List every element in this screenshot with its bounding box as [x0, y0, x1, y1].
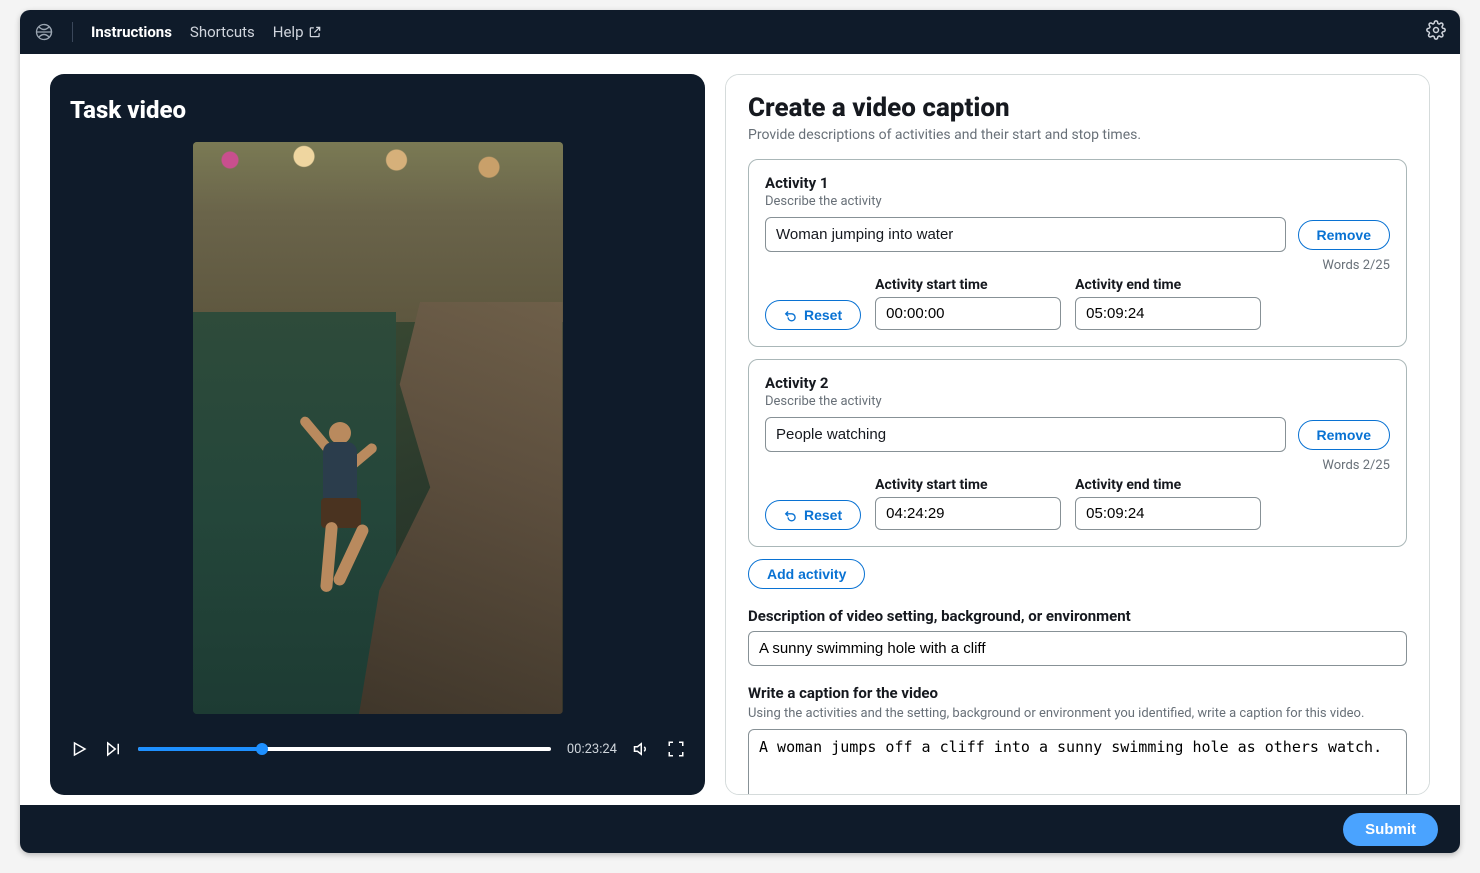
activity-end-input[interactable] — [1075, 297, 1261, 330]
form-title: Create a video caption — [748, 93, 1407, 123]
word-count: Words 2/25 — [765, 458, 1390, 473]
skip-forward-icon[interactable] — [104, 740, 122, 758]
reset-button[interactable]: Reset — [765, 300, 861, 330]
activity-describe-label: Describe the activity — [765, 394, 1390, 409]
remove-button[interactable]: Remove — [1298, 220, 1390, 250]
form-subtitle: Provide descriptions of activities and t… — [748, 127, 1407, 143]
activity-header: Activity 1 — [765, 174, 1390, 192]
add-activity-button[interactable]: Add activity — [748, 559, 865, 589]
caption-help: Using the activities and the setting, ba… — [748, 706, 1407, 721]
activity-end-input[interactable] — [1075, 497, 1261, 530]
logo-icon — [34, 22, 54, 42]
video-panel: Task video — [50, 74, 705, 795]
nav-help-label: Help — [273, 23, 304, 41]
volume-icon[interactable] — [633, 740, 651, 758]
nav-help[interactable]: Help — [273, 23, 322, 41]
video-progress-bar[interactable] — [138, 747, 551, 751]
activity-card: Activity 1 Describe the activity Remove … — [748, 159, 1407, 347]
activity-description-input[interactable] — [765, 217, 1286, 252]
topbar: Instructions Shortcuts Help — [20, 10, 1460, 54]
setting-label: Description of video setting, background… — [748, 607, 1407, 625]
activity-card: Activity 2 Describe the activity Remove … — [748, 359, 1407, 547]
submit-button[interactable]: Submit — [1343, 813, 1438, 846]
video-controls: 00:23:24 — [70, 740, 685, 758]
word-count: Words 2/25 — [765, 258, 1390, 273]
nav-instructions[interactable]: Instructions — [91, 23, 172, 41]
gear-icon[interactable] — [1426, 20, 1446, 44]
footer-bar: Submit — [20, 805, 1460, 853]
form-panel: Create a video caption Provide descripti… — [725, 74, 1430, 795]
caption-textarea[interactable] — [748, 729, 1407, 795]
activity-description-input[interactable] — [765, 417, 1286, 452]
video-timecode: 00:23:24 — [567, 742, 617, 757]
activity-start-input[interactable] — [875, 297, 1061, 330]
undo-icon — [784, 308, 798, 322]
activity-describe-label: Describe the activity — [765, 194, 1390, 209]
activity-end-label: Activity end time — [1075, 477, 1261, 493]
video-frame[interactable] — [193, 142, 563, 714]
activity-start-label: Activity start time — [875, 277, 1061, 293]
reset-button[interactable]: Reset — [765, 500, 861, 530]
remove-button[interactable]: Remove — [1298, 420, 1390, 450]
activity-start-input[interactable] — [875, 497, 1061, 530]
activity-header: Activity 2 — [765, 374, 1390, 392]
fullscreen-icon[interactable] — [667, 740, 685, 758]
activity-start-label: Activity start time — [875, 477, 1061, 493]
activity-end-label: Activity end time — [1075, 277, 1261, 293]
external-link-icon — [308, 25, 322, 39]
topbar-divider — [72, 22, 73, 42]
setting-input[interactable] — [748, 631, 1407, 666]
caption-label: Write a caption for the video — [748, 684, 1407, 702]
video-title: Task video — [70, 96, 685, 124]
play-icon[interactable] — [70, 740, 88, 758]
nav-shortcuts[interactable]: Shortcuts — [190, 23, 255, 41]
undo-icon — [784, 508, 798, 522]
